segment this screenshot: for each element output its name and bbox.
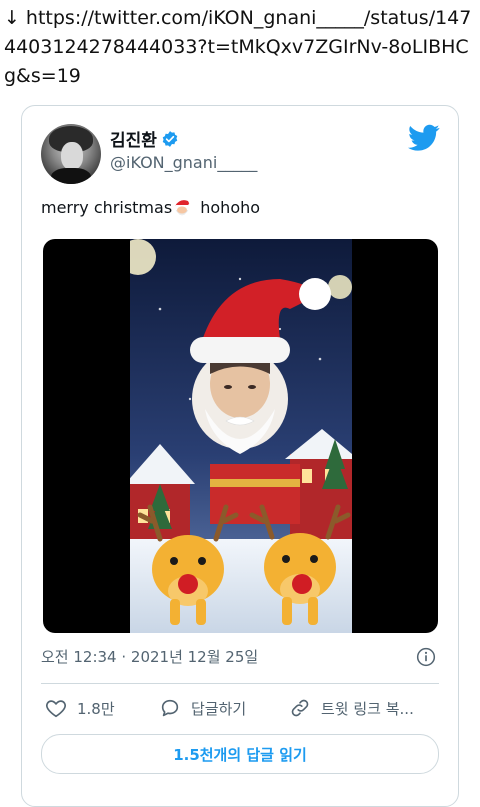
share-label: 트윗 링크 복... xyxy=(321,699,414,718)
info-icon[interactable] xyxy=(416,647,436,667)
user-handle[interactable]: @iKON_gnani_____ xyxy=(110,153,257,172)
reply-button[interactable]: 답글하기 xyxy=(159,697,246,719)
url-bar[interactable]: ↓ https://twitter.com/iKON_gnani_____/sta… xyxy=(4,4,474,91)
tweet-card: 김진환 @iKON_gnani_____ merry christmas hoh… xyxy=(21,105,459,807)
like-count: 1.8만 xyxy=(77,699,115,718)
heart-icon xyxy=(46,700,66,718)
tweet-timestamp[interactable]: 오전 12:34 · 2021년 12월 25일 xyxy=(41,646,258,667)
display-name-row[interactable]: 김진환 xyxy=(110,126,179,151)
verified-badge-icon xyxy=(162,130,178,147)
divider xyxy=(41,683,439,684)
download-arrow-icon: ↓ xyxy=(4,7,20,29)
reply-label: 답글하기 xyxy=(191,699,247,718)
copy-link-button[interactable]: 트윗 링크 복... xyxy=(289,697,414,719)
read-replies-button[interactable]: 1.5천개의 답글 읽기 xyxy=(41,734,439,774)
tweet-text-part2: hohoho xyxy=(195,198,261,217)
twitter-bird-icon[interactable] xyxy=(408,124,440,152)
action-bar: 1.8만 답글하기 트윗 링크 복... xyxy=(41,697,441,723)
reply-bubble-icon xyxy=(161,699,179,717)
tweet-video[interactable] xyxy=(43,239,438,633)
tweet-text: merry christmas hohoho xyxy=(41,198,260,217)
read-replies-label: 1.5천개의 답글 읽기 xyxy=(173,745,307,764)
url-text[interactable]: https://twitter.com/iKON_gnani_____/stat… xyxy=(4,7,471,87)
like-button[interactable]: 1.8만 xyxy=(45,697,115,719)
video-frame xyxy=(130,239,352,633)
link-icon xyxy=(291,699,309,717)
tweet-text-part1: merry christmas xyxy=(41,198,173,217)
avatar[interactable] xyxy=(41,124,101,184)
display-name[interactable]: 김진환 xyxy=(110,126,157,151)
santa-emoji-icon xyxy=(175,200,192,216)
